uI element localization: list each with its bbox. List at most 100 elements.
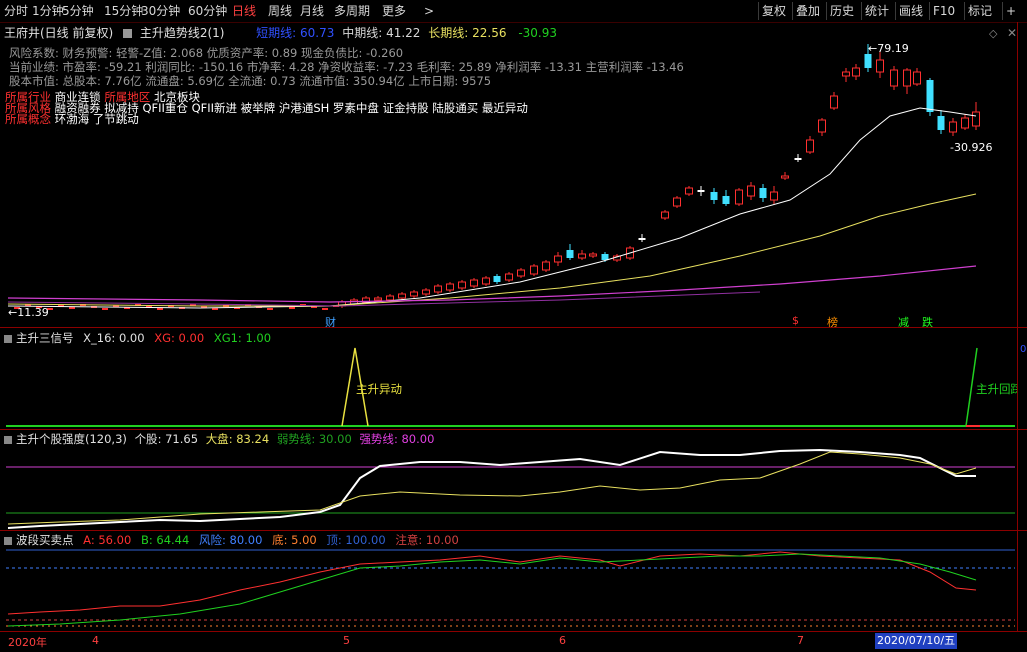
axis-label-month: 7 <box>797 634 804 647</box>
period-tab-4[interactable]: 30分钟 <box>141 3 180 19</box>
signal-title[interactable]: 主升三信号 <box>16 331 74 345</box>
low-price-label: -30.926 <box>950 141 993 154</box>
signal-panel-header: 主升三信号 X_16: 0.00 XG: 0.00 XG1: 1.00 <box>4 331 271 345</box>
candle-body <box>961 117 969 129</box>
top-value: 100.00 <box>345 533 386 547</box>
high-price-value: 79.19 <box>877 42 909 55</box>
candle-body <box>673 197 681 207</box>
band-title[interactable]: 波段买卖点 <box>16 533 74 547</box>
panel-settings-icon[interactable] <box>4 536 12 545</box>
short-term-line <box>7 107 977 309</box>
axis-label-month: 5 <box>343 634 350 647</box>
candle-body <box>697 190 705 192</box>
risk-label: 风险 <box>198 533 222 547</box>
period-tab-7[interactable]: 周线 <box>268 3 292 19</box>
candle-body <box>102 308 108 310</box>
current-date-label: 2020/07/10/五 <box>875 633 958 649</box>
band-b-line <box>7 553 977 627</box>
candle-body <box>322 308 328 310</box>
strength-title[interactable]: 主升个股强度(120,3) <box>16 432 127 446</box>
candle-body <box>482 277 490 285</box>
candle-body <box>493 276 501 282</box>
period-tab-10[interactable]: 更多 <box>382 3 406 19</box>
candle-body <box>601 254 609 260</box>
tool-button-4[interactable]: 画线 <box>895 2 926 20</box>
candle-body <box>794 158 802 160</box>
candle-body <box>267 308 273 310</box>
period-tab-6[interactable]: 日线 <box>232 3 256 19</box>
period-tab-0[interactable]: 分时 <box>4 3 28 19</box>
candle-body <box>747 185 755 197</box>
candle-body <box>722 196 730 204</box>
candle-body <box>517 269 525 277</box>
candle-body <box>157 308 163 310</box>
candle-body <box>949 121 957 133</box>
candle-body <box>972 111 980 127</box>
candle-body <box>554 255 562 263</box>
candle-body <box>446 283 454 291</box>
b-value: 64.44 <box>156 533 190 547</box>
b-label: B <box>140 533 149 547</box>
weak-line-label: 弱势线 <box>276 432 312 446</box>
market-strength-value: 83.24 <box>236 432 270 446</box>
plus-icon[interactable]: + <box>1002 2 1019 20</box>
axis-label-month: 6 <box>559 634 566 647</box>
strong-line-label: 强势线 <box>359 432 394 446</box>
tool-button-5[interactable]: F10 <box>929 2 958 20</box>
long-term-line <box>7 265 977 303</box>
attention-label: 注意 <box>395 533 419 547</box>
weak-line-value: 30.00 <box>318 432 352 446</box>
tool-button-1[interactable]: 叠加 <box>792 2 823 20</box>
tool-button-6[interactable]: 标记 <box>964 2 995 20</box>
tool-button-0[interactable]: 复权 <box>758 2 789 20</box>
xg1-label: XG1 <box>213 331 238 345</box>
period-toolbar: 分时 1分钟 5分钟 15分钟 30分钟 60分钟 日线 周线 月线 多周期 更多 > 复权 叠加 历史统… <box>0 0 1027 23</box>
period-tab-8[interactable]: 月线 <box>300 3 324 19</box>
candle-body <box>410 291 418 297</box>
candle-body <box>770 191 778 201</box>
period-tab-1[interactable]: 1分钟 <box>32 3 64 19</box>
period-tab-5[interactable]: 60分钟 <box>188 3 227 19</box>
candle-body <box>542 261 550 271</box>
tool-button-3[interactable]: 统计 <box>861 2 892 20</box>
strong-line-value: 80.00 <box>401 432 435 446</box>
candle-body <box>289 307 295 309</box>
period-tab-3[interactable]: 15分钟 <box>104 3 143 19</box>
candle-body <box>806 139 814 153</box>
more-arrow-icon[interactable]: > <box>424 3 434 19</box>
candle-body <box>661 211 669 219</box>
signal-label-huilong: 主升回踩 <box>976 382 1017 396</box>
candle-body <box>505 273 513 281</box>
mid-term-line <box>7 193 977 307</box>
candle-body <box>589 253 597 257</box>
panel-divider <box>0 429 1027 430</box>
panel-settings-icon[interactable] <box>4 334 12 343</box>
xg-label: XG <box>154 331 172 345</box>
candle-body <box>69 307 75 309</box>
stock-strength-line <box>7 448 976 529</box>
candle-body <box>386 295 394 301</box>
tool-button-2[interactable]: 历史 <box>826 2 857 20</box>
candle-body <box>434 285 442 293</box>
panel-settings-icon[interactable] <box>4 435 12 444</box>
candle-body <box>926 80 934 112</box>
signal-label-yidong: 主升异动 <box>356 382 402 396</box>
market-strength-label: 大盘 <box>205 432 229 446</box>
bottom-value: 5.00 <box>291 533 317 547</box>
candle-body <box>566 250 574 258</box>
period-tab-9[interactable]: 多周期 <box>334 3 370 19</box>
candle-body <box>578 253 586 259</box>
a-label: A <box>83 533 91 547</box>
candle-body <box>458 281 466 289</box>
period-tab-2[interactable]: 5分钟 <box>62 3 94 19</box>
candle-body <box>890 69 898 87</box>
candle-body <box>398 293 406 299</box>
candle-body <box>685 187 693 195</box>
candle-body <box>781 175 789 179</box>
candle-body <box>759 188 767 198</box>
candle-body <box>864 54 872 68</box>
event-marker-dollar[interactable]: $ <box>792 314 799 327</box>
candle-body <box>374 297 382 301</box>
candle-body <box>913 71 921 85</box>
candle-body <box>842 71 850 77</box>
